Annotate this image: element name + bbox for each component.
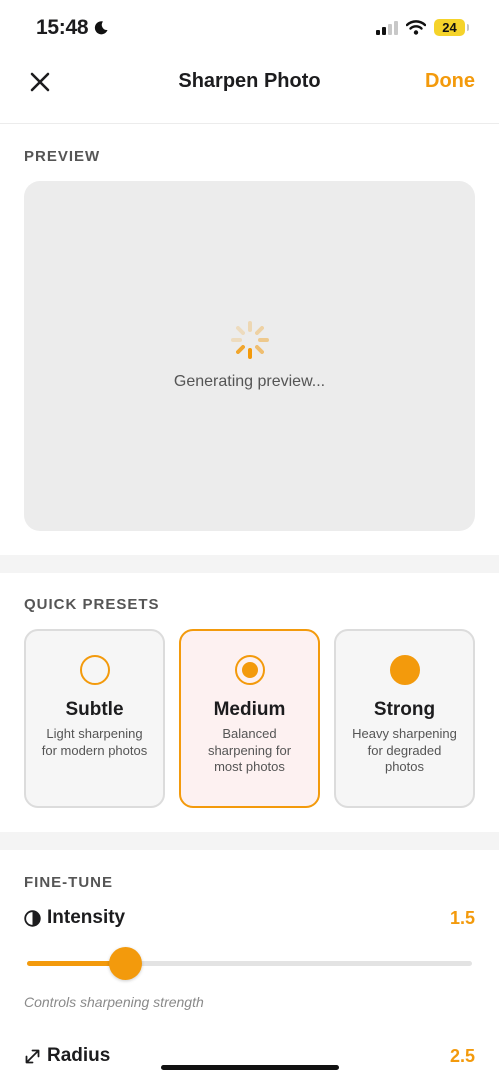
radius-label: Radius (24, 1045, 110, 1067)
preset-description: Heavy sharpening for degraded photos (352, 726, 457, 774)
fine-tune-section-label: FINE-TUNE (24, 874, 113, 891)
preset-card-medium[interactable]: Medium Balanced sharpening for most phot… (179, 629, 320, 808)
intensity-label: Intensity (24, 907, 125, 929)
wifi-icon (406, 20, 426, 35)
intensity-hint: Controls sharpening strength (24, 994, 204, 1010)
cellular-signal-icon (376, 20, 398, 35)
section-separator (0, 555, 499, 573)
status-bar: 15:48 24 (0, 0, 499, 56)
radius-value: 2.5 (449, 1046, 475, 1066)
battery-level: 24 (442, 20, 457, 35)
radio-selected-icon (235, 655, 265, 685)
home-indicator (161, 1065, 339, 1070)
presets-section-label: QUICK PRESETS (24, 596, 160, 613)
status-indicators: 24 (376, 19, 469, 36)
preset-card-subtle[interactable]: Subtle Light sharpening for modern photo… (24, 629, 165, 808)
intensity-slider[interactable] (27, 947, 472, 980)
intensity-value: 1.5 (449, 908, 475, 928)
preset-name: Medium (213, 699, 286, 720)
preset-name: Strong (373, 699, 436, 720)
contrast-icon (24, 909, 41, 927)
section-separator (0, 832, 499, 850)
loading-spinner-icon (231, 321, 269, 359)
navigation-bar: Sharpen Photo Done (0, 56, 499, 124)
preset-name: Subtle (65, 699, 124, 720)
preview-panel: Generating preview... (24, 181, 475, 531)
done-button[interactable]: Done (425, 70, 475, 93)
radius-label-text: Radius (47, 1045, 111, 1066)
radio-empty-icon (80, 655, 110, 685)
moon-icon (95, 21, 108, 35)
preview-loading-text: Generating preview... (173, 373, 326, 390)
resize-arrows-icon (25, 1049, 40, 1063)
preview-section-label: PREVIEW (24, 148, 101, 165)
intensity-label-text: Intensity (47, 907, 126, 928)
preset-description: Light sharpening for modern photos (41, 726, 148, 758)
clock-text: 15:48 (36, 16, 89, 39)
preset-card-strong[interactable]: Strong Heavy sharpening for degraded pho… (334, 629, 475, 808)
battery-indicator: 24 (434, 19, 469, 36)
preset-description: Balanced sharpening for most photos (207, 726, 292, 774)
radio-filled-icon (390, 655, 420, 685)
intensity-slider-thumb[interactable] (109, 947, 142, 980)
status-time: 15:48 (36, 16, 109, 40)
